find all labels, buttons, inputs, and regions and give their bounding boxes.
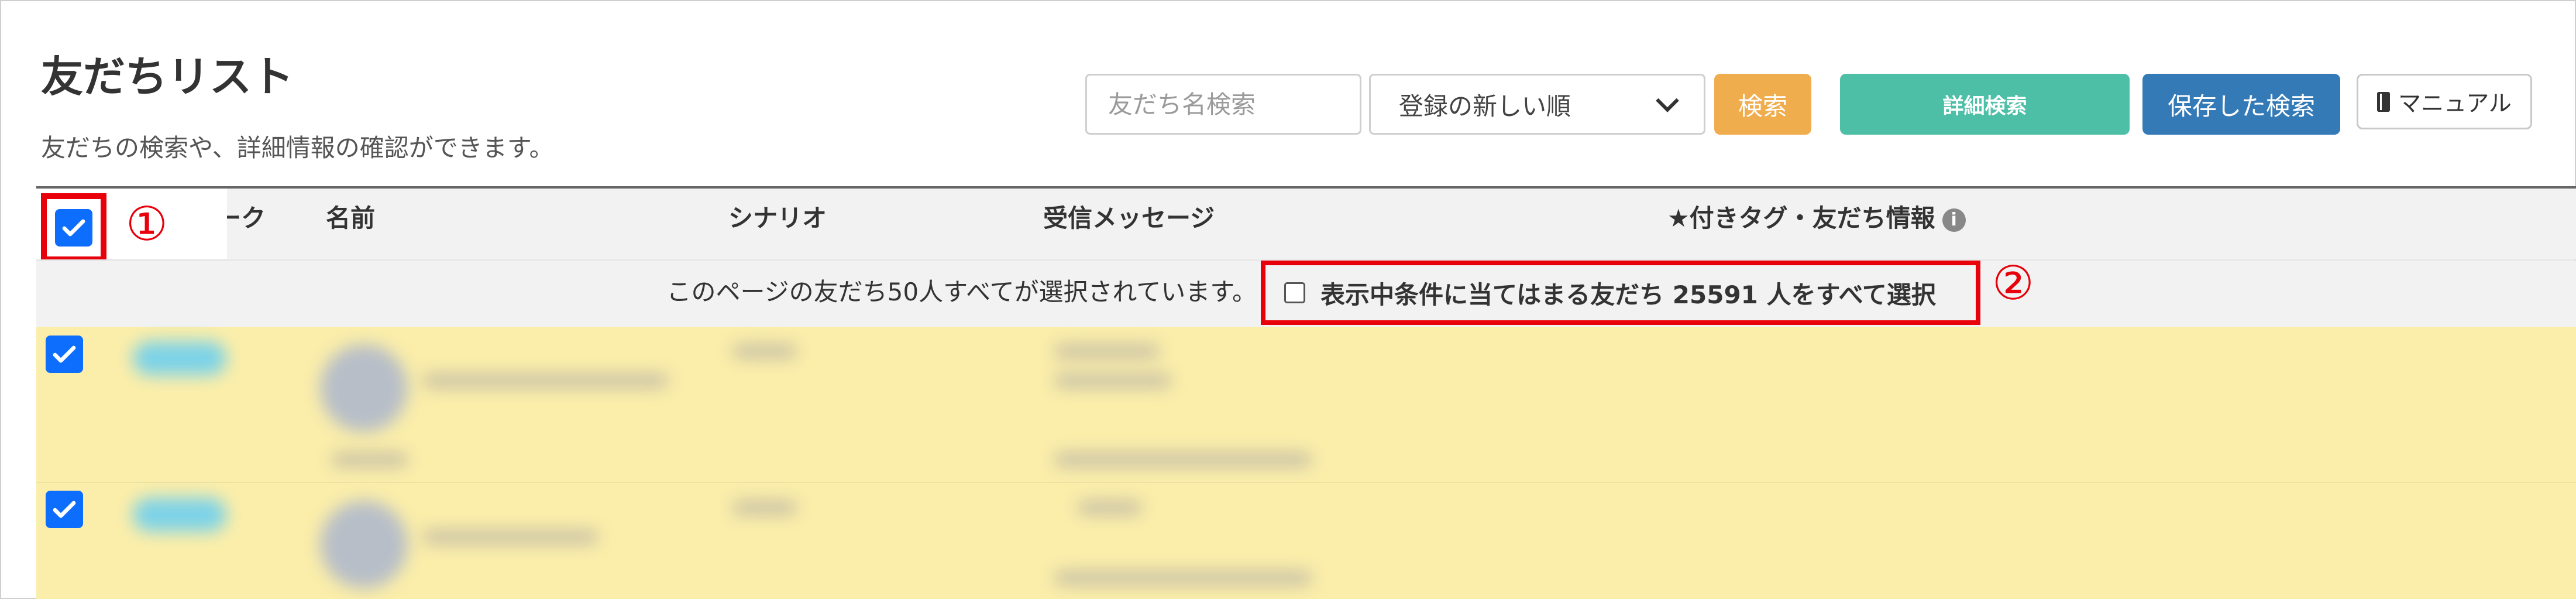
blurred-name bbox=[422, 530, 598, 544]
annotation-box-2: 表示中条件に当てはまる友だち 25591 人をすべて選択 bbox=[1261, 261, 1980, 325]
blurred-scenario bbox=[732, 344, 797, 358]
row-checkbox[interactable] bbox=[46, 491, 83, 528]
blurred-detail bbox=[332, 453, 408, 467]
column-header-scenario: シナリオ bbox=[728, 204, 827, 232]
info-icon[interactable]: i bbox=[1942, 208, 1966, 232]
selection-notice-text: このページの友だち50人すべてが選択されています。 bbox=[666, 278, 1257, 306]
chevron-down-icon bbox=[1656, 89, 1679, 112]
sort-selected-value: 登録の新しい順 bbox=[1399, 91, 1571, 121]
sort-order-select[interactable]: 登録の新しい順 bbox=[1369, 74, 1705, 135]
select-all-page-checkbox[interactable] bbox=[55, 209, 92, 247]
row-checkbox[interactable] bbox=[46, 336, 83, 373]
page-subtitle: 友だちの検索や、詳細情報の確認ができます。 bbox=[41, 134, 554, 162]
blurred-message bbox=[1078, 501, 1142, 515]
blurred-name bbox=[422, 374, 668, 388]
annotation-number-2: ② bbox=[1992, 256, 2034, 310]
column-header-tags-info: ★付きタグ・友だち情報 i bbox=[1667, 206, 1966, 232]
checkmark-icon bbox=[53, 501, 76, 518]
detail-search-button[interactable]: 詳細検索 bbox=[1840, 74, 2130, 135]
blurred-mark bbox=[133, 498, 226, 532]
blurred-message bbox=[1054, 344, 1160, 358]
avatar bbox=[320, 501, 408, 588]
saved-search-button[interactable]: 保存した検索 bbox=[2142, 74, 2340, 135]
table-row[interactable] bbox=[36, 483, 2576, 599]
avatar bbox=[320, 344, 408, 432]
search-button[interactable]: 検索 bbox=[1714, 74, 1811, 135]
blurred-message bbox=[1054, 374, 1171, 388]
select-all-matching-checkbox[interactable] bbox=[1284, 282, 1305, 303]
blurred-mark bbox=[133, 341, 226, 375]
annotation-number-1: ① bbox=[126, 197, 168, 251]
table-header-row bbox=[36, 189, 2576, 259]
blurred-message bbox=[1054, 571, 1312, 585]
tags-info-label: ★付きタグ・友だち情報 bbox=[1667, 204, 1935, 232]
manual-button[interactable]: マニュアル bbox=[2357, 74, 2532, 129]
row-checked-box bbox=[46, 336, 83, 373]
column-header-received-message: 受信メッセージ bbox=[1043, 204, 1215, 232]
annotation-box-1 bbox=[41, 193, 106, 262]
checkmark-icon bbox=[53, 345, 76, 363]
friend-name-search-input[interactable] bbox=[1085, 74, 1361, 135]
blurred-message bbox=[1054, 453, 1312, 467]
book-icon bbox=[2377, 91, 2391, 112]
select-all-matching-label[interactable]: 表示中条件に当てはまる友だち 25591 人をすべて選択 bbox=[1320, 275, 1936, 311]
checkmark-icon bbox=[62, 219, 85, 237]
table-row[interactable] bbox=[36, 327, 2576, 482]
column-header-name: 名前 bbox=[326, 204, 376, 232]
page-title: 友だちリスト bbox=[41, 52, 294, 101]
row-checked-box bbox=[46, 491, 83, 528]
blurred-scenario bbox=[732, 501, 797, 515]
manual-button-label: マニュアル bbox=[2398, 90, 2512, 117]
